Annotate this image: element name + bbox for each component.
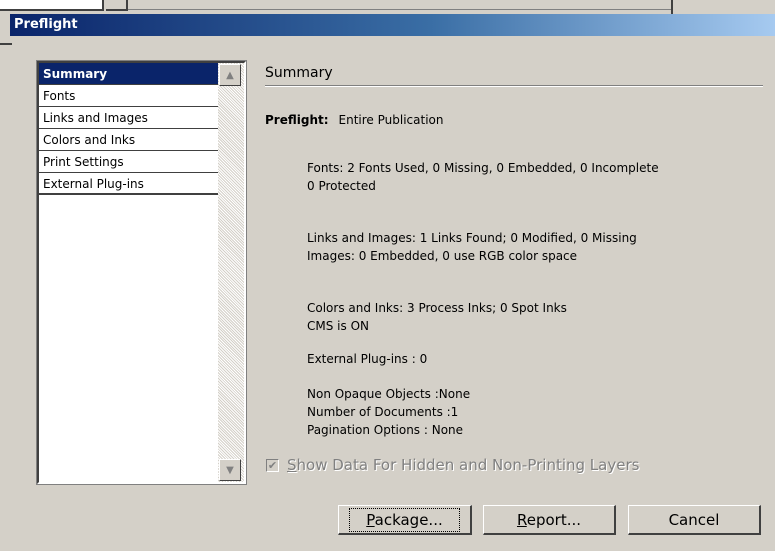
scroll-down-arrow-icon[interactable]: ▼: [219, 459, 241, 481]
show-hidden-layers-label: Show Data For Hidden and Non-Printing La…: [287, 456, 640, 474]
background-window-divider: [128, 9, 673, 10]
colors-summary-line2: CMS is ON: [307, 319, 369, 333]
background-window-button: [106, 0, 128, 11]
background-window-tail-edge: [0, 43, 12, 45]
list-scrollbar[interactable]: ▲ ▼: [218, 63, 244, 482]
sidebar-item-fonts[interactable]: Fonts: [39, 85, 218, 107]
title-bar[interactable]: Preflight: [10, 14, 775, 36]
links-summary: Links and Images: 1 Links Found; 0 Modif…: [307, 229, 637, 265]
sidebar-item-links-and-images[interactable]: Links and Images: [39, 107, 218, 129]
checkmark-icon[interactable]: ✔: [266, 458, 279, 472]
report-button[interactable]: Report...: [483, 505, 616, 535]
preflight-scope: Preflight: Entire Publication: [265, 113, 443, 127]
fonts-summary-line1: Fonts: 2 Fonts Used, 0 Missing, 0 Embedd…: [307, 161, 659, 175]
plugins-summary: External Plug-ins : 0: [307, 352, 428, 366]
links-summary-line1: Links and Images: 1 Links Found; 0 Modif…: [307, 231, 637, 245]
sidebar-item-summary[interactable]: Summary: [39, 63, 218, 85]
pagination-options: Pagination Options : None: [307, 423, 464, 437]
package-button[interactable]: Package...: [338, 505, 472, 535]
colors-summary: Colors and Inks: 3 Process Inks; 0 Spot …: [307, 299, 567, 335]
fonts-summary-line2: 0 Protected: [307, 179, 376, 193]
sidebar-item-colors-and-inks[interactable]: Colors and Inks: [39, 129, 218, 151]
preflight-value: Entire Publication: [338, 113, 444, 127]
section-heading: Summary: [265, 65, 763, 87]
sidebar-item-external-plug-ins[interactable]: External Plug-ins: [39, 173, 218, 195]
category-list[interactable]: Summary Fonts Links and Images Colors an…: [36, 60, 247, 485]
non-opaque-objects: Non Opaque Objects :None: [307, 387, 471, 401]
window-title: Preflight: [14, 17, 78, 32]
fonts-summary: Fonts: 2 Fonts Used, 0 Missing, 0 Embedd…: [307, 159, 659, 195]
cancel-button[interactable]: Cancel: [628, 505, 761, 535]
background-window-field: [0, 0, 104, 11]
document-info: Non Opaque Objects :None Number of Docum…: [307, 385, 470, 439]
sidebar-item-print-settings[interactable]: Print Settings: [39, 151, 218, 173]
colors-summary-line1: Colors and Inks: 3 Process Inks; 0 Spot …: [307, 301, 567, 315]
links-summary-line2: Images: 0 Embedded, 0 use RGB color spac…: [307, 249, 578, 263]
number-of-documents: Number of Documents :1: [307, 405, 459, 419]
show-hidden-layers-option[interactable]: ✔ Show Data For Hidden and Non-Printing …: [266, 456, 639, 474]
background-window-edge: [671, 0, 673, 14]
scroll-up-arrow-icon[interactable]: ▲: [219, 64, 241, 86]
preflight-label: Preflight:: [265, 113, 329, 127]
category-list-items: Summary Fonts Links and Images Colors an…: [39, 63, 218, 482]
